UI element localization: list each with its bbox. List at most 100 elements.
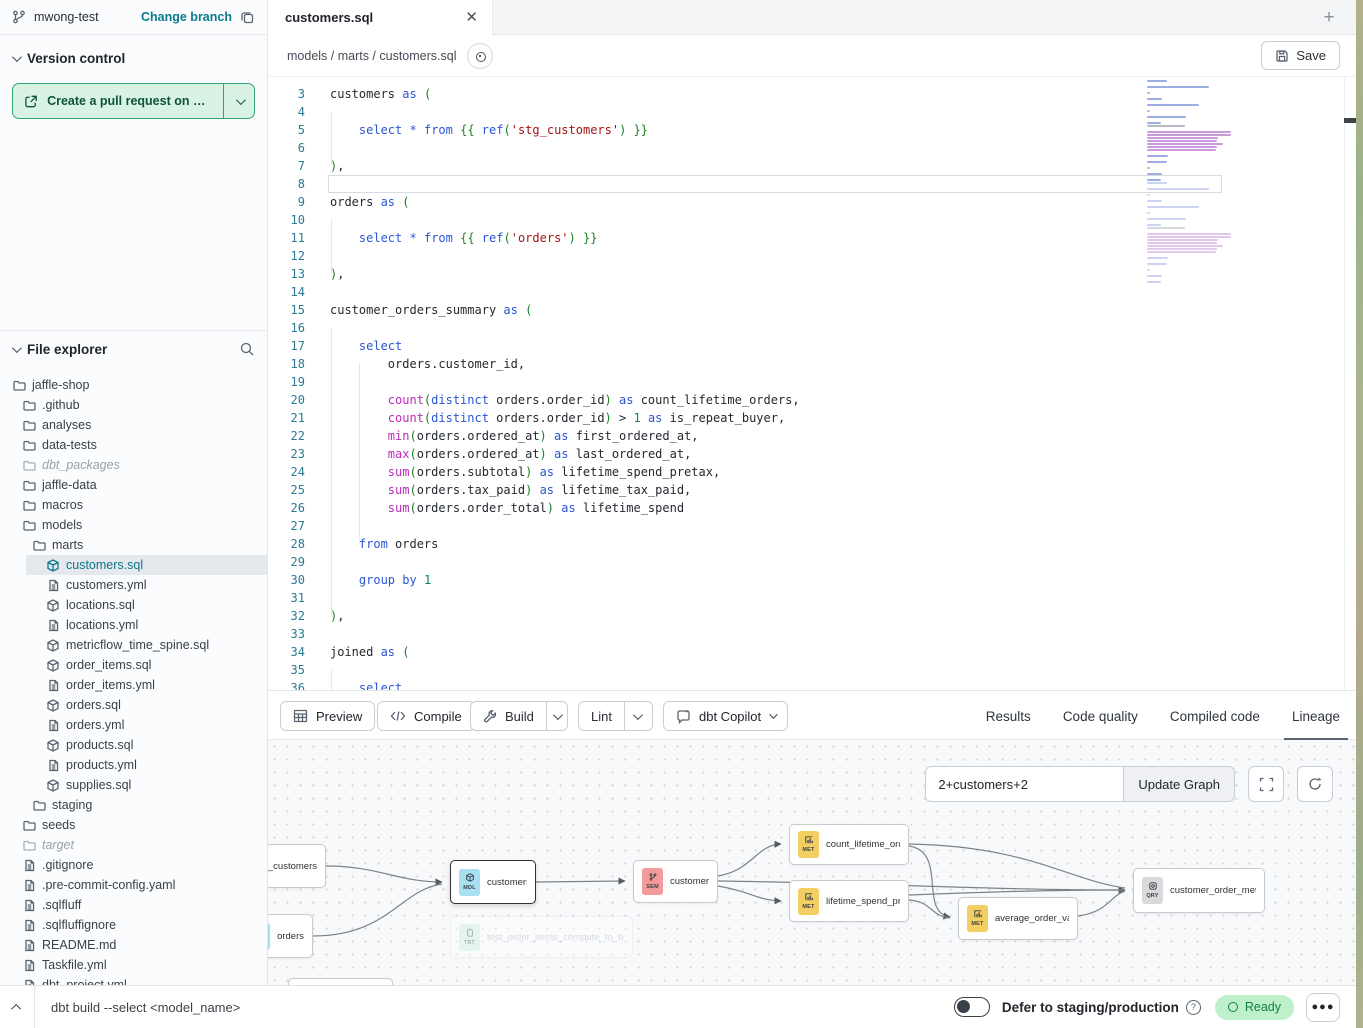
file-tree-item-staging[interactable]: staging — [0, 795, 267, 815]
code-line-25: 25 sum(orders.tax_paid) as lifetime_tax_… — [268, 481, 1356, 499]
lineage-node-partial-bottom[interactable] — [288, 978, 393, 985]
file-tree-item-target[interactable]: target — [0, 835, 267, 855]
lineage-node-orders-src[interactable]: MDLorders — [268, 914, 313, 958]
code-line-22: 22 min(orders.ordered_at) as first_order… — [268, 427, 1356, 445]
file-tree-item-dbt_packages[interactable]: dbt_packages — [0, 455, 267, 475]
file-tree-item-README.md[interactable]: README.md — [0, 935, 267, 955]
file-tree-item-metricflow_time_spine.sql[interactable]: metricflow_time_spine.sql — [0, 635, 267, 655]
panel-tab-compiled-code[interactable]: Compiled code — [1154, 691, 1276, 741]
dbt-copilot-button[interactable]: dbt Copilot — [663, 701, 788, 731]
refresh-button[interactable] — [1297, 766, 1333, 802]
lint-button-group: Lint — [578, 701, 653, 731]
file-tree-item-jaffle-shop[interactable]: jaffle-shop — [0, 375, 267, 395]
file-tree-item-data-tests[interactable]: data-tests — [0, 435, 267, 455]
file-tree-item-locations.sql[interactable]: locations.sql — [0, 595, 267, 615]
file-tree-item-orders.sql[interactable]: orders.sql — [0, 695, 267, 715]
defer-toggle[interactable] — [954, 997, 990, 1017]
file-tree-item-Taskfile.yml[interactable]: Taskfile.yml — [0, 955, 267, 975]
lineage-node-count_lifetime_orders[interactable]: METcount_lifetime_orders — [789, 824, 909, 865]
build-button[interactable]: Build — [471, 702, 547, 730]
lineage-node-test-node[interactable]: TSTtest_order_items_compute_to_bools… — [450, 916, 633, 958]
file-tree-item-models[interactable]: models — [0, 515, 267, 535]
file-tree-item-order_items.sql[interactable]: order_items.sql — [0, 655, 267, 675]
lineage-node-customer_order_metrics[interactable]: QRYcustomer_order_metrics — [1133, 868, 1265, 913]
file-tree-item-customers.yml[interactable]: customers.yml — [0, 575, 267, 595]
lineage-node-stg_customers[interactable]: MDLstg_customers — [268, 844, 326, 888]
file-tree-item-customers.sql[interactable]: customers.sql — [0, 555, 267, 575]
lint-dropdown[interactable] — [625, 702, 649, 730]
compass-icon[interactable] — [467, 43, 493, 69]
build-dropdown[interactable] — [547, 702, 567, 730]
panel-tab-results[interactable]: Results — [970, 691, 1047, 741]
lineage-node-average_order_value[interactable]: METaverage_order_value — [958, 897, 1078, 940]
code-line-18: 18 orders.customer_id, — [268, 355, 1356, 373]
compile-button[interactable]: Compile — [377, 701, 475, 731]
help-icon[interactable]: ? — [1186, 1000, 1201, 1015]
code-editor[interactable]: 3customers as (45 select * from {{ ref('… — [268, 77, 1356, 690]
file-tree-item-jaffle-data[interactable]: jaffle-data — [0, 475, 267, 495]
minimap-line — [1147, 155, 1168, 157]
file-name: Taskfile.yml — [42, 958, 107, 972]
file-tree-item-order_items.yml[interactable]: order_items.yml — [0, 675, 267, 695]
minimap-line — [1147, 245, 1223, 247]
file-tree-item-analyses[interactable]: analyses — [0, 415, 267, 435]
create-pr-main[interactable]: Create a pull request on Git… — [13, 84, 224, 118]
preview-button[interactable]: Preview — [280, 701, 375, 731]
lineage-node-customers-semantic[interactable]: SEMcustomers — [633, 860, 718, 903]
search-icon[interactable] — [239, 341, 255, 357]
file-tree-item-orders.yml[interactable]: orders.yml — [0, 715, 267, 735]
version-control-header[interactable]: Version control — [0, 41, 267, 75]
minimap-line — [1147, 224, 1161, 226]
create-pr-button[interactable]: Create a pull request on Git… — [12, 83, 255, 119]
more-options-button[interactable]: ●●● — [1306, 993, 1340, 1022]
minimap-line — [1147, 140, 1217, 142]
file-tree-item-.gitignore[interactable]: .gitignore — [0, 855, 267, 875]
file-tree-item-macros[interactable]: macros — [0, 495, 267, 515]
command-input[interactable]: dbt build --select <model_name> — [35, 1000, 954, 1015]
chevron-down-icon — [235, 95, 245, 105]
file-tree-item-.sqlfluff[interactable]: .sqlfluff — [0, 895, 267, 915]
main-area: customers.sql ✕ + models / marts / custo… — [268, 0, 1356, 985]
file-name: data-tests — [42, 438, 97, 452]
panel-tab-code-quality[interactable]: Code quality — [1047, 691, 1154, 741]
copy-icon[interactable] — [240, 10, 255, 25]
file-tree-item-products.sql[interactable]: products.sql — [0, 735, 267, 755]
file-tree-item-.pre-commit-config.yaml[interactable]: .pre-commit-config.yaml — [0, 875, 267, 895]
change-branch-link[interactable]: Change branch — [141, 10, 232, 24]
panel-tab-lineage[interactable]: Lineage — [1276, 691, 1356, 741]
node-label: customers — [670, 876, 709, 887]
save-button[interactable]: Save — [1261, 41, 1340, 70]
file-name: orders.yml — [66, 718, 124, 732]
minimap-line — [1147, 80, 1167, 82]
status-badge[interactable]: Ready — [1215, 995, 1294, 1020]
lineage-node-customers-model[interactable]: MDLcustomers — [450, 860, 536, 904]
minimap-line — [1147, 167, 1150, 169]
file-name: macros — [42, 498, 83, 512]
editor-scrollbar[interactable] — [1344, 77, 1356, 690]
cube-icon — [46, 699, 60, 712]
tab-customers-sql[interactable]: customers.sql ✕ — [268, 0, 493, 35]
code-line-35: 35 — [268, 661, 1356, 679]
file-tree-item-marts[interactable]: marts — [0, 535, 267, 555]
minimap-line — [1147, 236, 1231, 238]
file-tree-item-.sqlfluffignore[interactable]: .sqlfluffignore — [0, 915, 267, 935]
lineage-node-lifetime_spend_pretax[interactable]: METlifetime_spend_pretax — [789, 880, 909, 922]
fullscreen-button[interactable] — [1248, 766, 1284, 802]
file-tree-item-seeds[interactable]: seeds — [0, 815, 267, 835]
lineage-selector-input[interactable]: 2+customers+2 — [925, 766, 1123, 802]
update-graph-button[interactable]: Update Graph — [1123, 766, 1235, 802]
file-explorer-header[interactable]: File explorer — [0, 331, 267, 367]
close-icon[interactable]: ✕ — [465, 10, 478, 25]
file-tree-item-products.yml[interactable]: products.yml — [0, 755, 267, 775]
file-tree-item-locations.yml[interactable]: locations.yml — [0, 615, 267, 635]
create-pr-dropdown[interactable] — [224, 84, 254, 118]
file-tree-item-supplies.sql[interactable]: supplies.sql — [0, 775, 267, 795]
lint-button[interactable]: Lint — [579, 702, 625, 730]
refresh-icon — [1307, 776, 1323, 792]
minimap-line — [1147, 98, 1162, 100]
file-tree-item-.github[interactable]: .github — [0, 395, 267, 415]
new-tab-button[interactable]: + — [1316, 5, 1342, 31]
minimap[interactable] — [1147, 80, 1233, 284]
file-name: supplies.sql — [66, 778, 131, 792]
expand-console-button[interactable] — [0, 1004, 34, 1011]
